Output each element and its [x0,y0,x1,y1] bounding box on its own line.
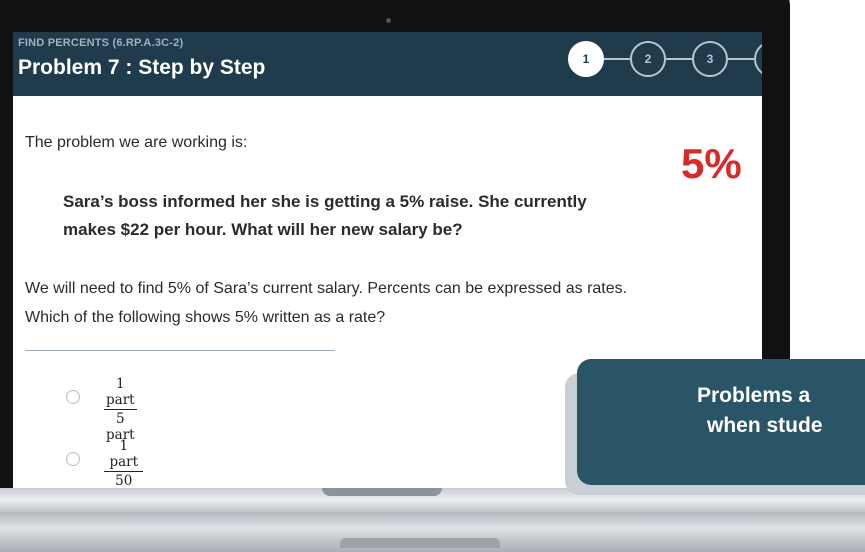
fraction: 1 part 5 part [104,376,137,443]
fraction-numerator: 1 part [109,438,139,470]
fraction-numerator: 1 part [106,376,135,408]
camera-icon [386,18,391,23]
problem-statement: Sara’s boss informed her she is getting … [63,188,703,244]
breadcrumb: FIND PERCENTS (6.RP.A.3C-2) [18,37,184,49]
fraction: 1 part 50 parts [104,438,144,490]
callout-text: Problems a when stude [577,381,865,441]
problem-line-1: Sara’s boss informed her she is getting … [63,192,587,211]
app-header: FIND PERCENTS (6.RP.A.3C-2) Problem 7 : … [13,32,762,96]
explanation: We will need to find 5% of Sara’s curren… [25,274,762,332]
callout-line-2: when stude [707,414,823,437]
explanation-line-1: We will need to find 5% of Sara’s curren… [25,280,628,297]
step-3[interactable]: 3 [692,41,728,77]
step-1[interactable]: 1 [568,41,604,77]
laptop-foot [340,538,500,548]
radio-button[interactable] [66,390,80,404]
laptop-notch [322,488,442,496]
intro-text: The problem we are working is: [25,134,248,151]
callout-banner: Problems a when stude [577,359,865,485]
radio-button[interactable] [66,452,80,466]
highlight-value: 5% [681,140,742,187]
step-connector [604,58,630,60]
callout-line-1: Problems a [697,384,811,407]
step-connector [666,58,692,60]
explanation-line-2: Which of the following shows 5% written … [25,309,386,326]
problem-line-2: makes $22 per hour. What will her new sa… [63,220,463,239]
step-connector [728,58,754,60]
page-title: Problem 7 : Step by Step [18,56,266,79]
divider [25,350,335,351]
step-2[interactable]: 2 [630,41,666,77]
step-4[interactable] [754,41,762,77]
